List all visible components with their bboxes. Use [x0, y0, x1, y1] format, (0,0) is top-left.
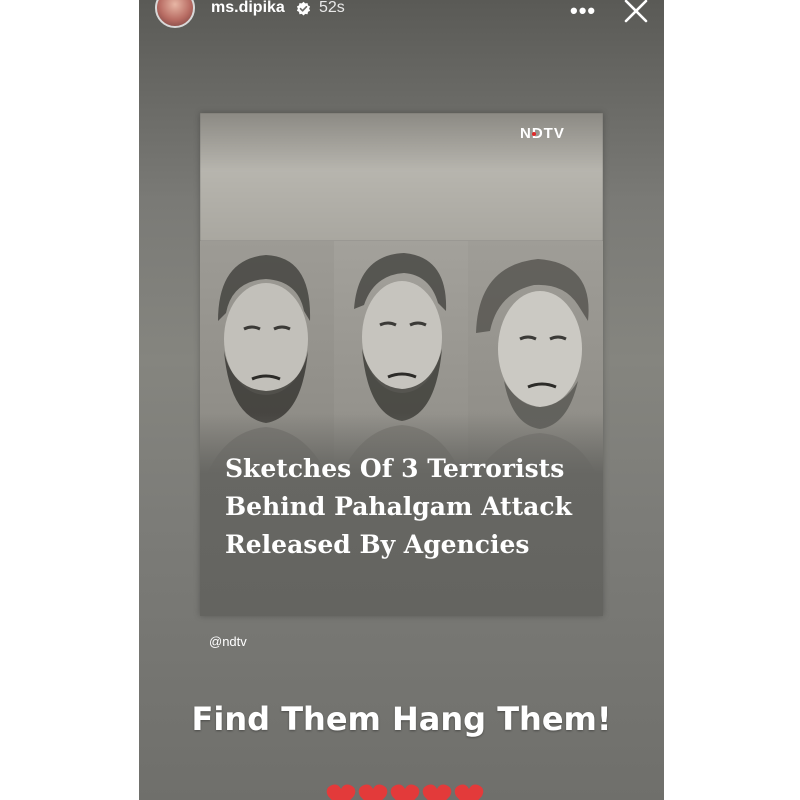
username[interactable]: ms.dipika — [211, 0, 285, 17]
red-heart-icon — [358, 784, 388, 800]
red-heart-icon — [454, 784, 484, 800]
verified-badge-icon — [296, 1, 311, 16]
post-time: 52s — [319, 0, 345, 16]
source-credit-link[interactable]: @ndtv — [209, 634, 247, 649]
ndtv-logo: NDTV — [520, 125, 565, 142]
red-heart-icon — [390, 784, 420, 800]
red-heart-icon — [326, 784, 356, 800]
more-options-button[interactable]: ••• — [570, 0, 596, 24]
avatar[interactable] — [155, 0, 195, 28]
post-headline: Sketches Of 3 Terrorists Behind Pahalgam… — [225, 454, 572, 559]
close-icon[interactable] — [623, 0, 649, 24]
hearts-sticker — [326, 784, 484, 800]
red-heart-icon — [422, 784, 452, 800]
story-caption-text: Find Them Hang Them! — [191, 700, 612, 738]
logo-dot — [532, 132, 536, 136]
story-header: ms.dipika 52s ••• — [139, 0, 664, 30]
story-viewer[interactable]: ms.dipika 52s ••• NDTV Sketches Of 3 Ter… — [139, 0, 664, 800]
shared-post-card[interactable]: NDTV Sketches Of 3 Terrorists Behind Pah… — [200, 113, 603, 616]
